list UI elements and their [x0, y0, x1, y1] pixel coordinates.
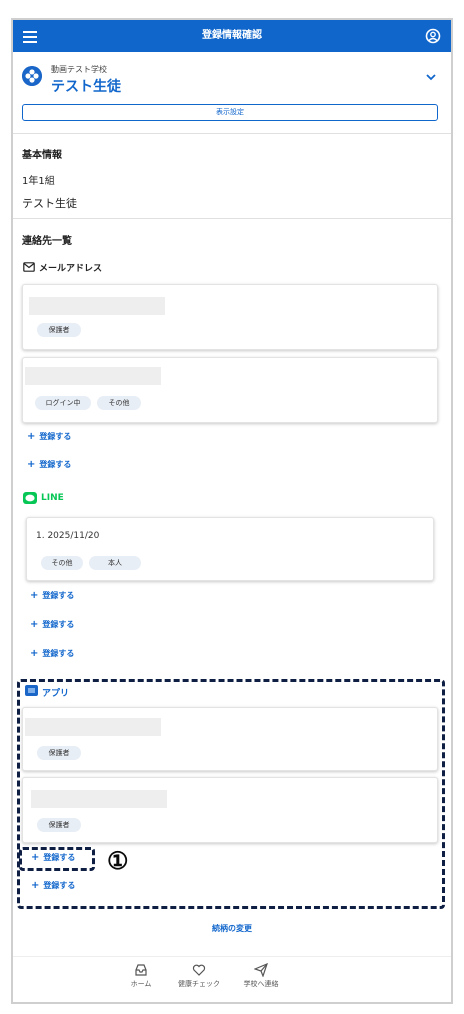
student-full-name: テスト生徒 [22, 197, 77, 210]
app-bar: 登録情報確認 [13, 20, 451, 52]
tag-chip: 本人 [89, 556, 141, 570]
email-heading: メールアドレス [39, 264, 103, 274]
nav-health-label: 健康チェック [178, 980, 220, 988]
add-line-link[interactable]: + 登録する [30, 619, 74, 630]
nav-health[interactable]: 健康チェック [167, 963, 231, 989]
add-line-link[interactable]: + 登録する [30, 590, 74, 601]
divider [13, 133, 451, 134]
add-line-link[interactable]: + 登録する [30, 648, 74, 659]
account-icon[interactable] [425, 28, 441, 44]
masked-email [29, 297, 165, 315]
heart-icon [192, 964, 206, 976]
tag-chip: ログイン中 [35, 396, 91, 410]
school-name: 動画テスト学校 [51, 65, 107, 74]
student-name: テスト生徒 [51, 79, 121, 95]
basic-info-heading: 基本情報 [22, 150, 62, 161]
inbox-icon [135, 964, 147, 976]
mail-icon [23, 262, 35, 272]
nav-contact-label: 学校へ連絡 [243, 980, 279, 988]
line-card[interactable]: 1. 2025/11/20 その他 本人 [26, 517, 434, 581]
app-frame: 登録情報確認 動画テスト学校 テスト生徒 表示設定 基本情報 1年1組 テスト生… [11, 18, 453, 1004]
display-settings-button[interactable]: 表示設定 [22, 104, 438, 121]
line-icon [23, 492, 37, 504]
nav-contact[interactable]: 学校へ連絡 [231, 963, 291, 989]
annotation-box-add-link [19, 847, 95, 871]
tag-chip: 保護者 [37, 323, 81, 337]
add-email-link[interactable]: + 登録する [27, 459, 71, 470]
line-heading: LINE [41, 493, 64, 503]
nav-home-label: ホーム [130, 980, 152, 988]
annotation-marker: ① [107, 846, 129, 875]
masked-email [25, 367, 161, 385]
student-selector[interactable]: 動画テスト学校 テスト生徒 [13, 52, 451, 102]
email-card[interactable]: ログイン中 その他 [22, 357, 438, 423]
email-card[interactable]: 保護者 [22, 284, 438, 350]
contacts-heading: 連絡先一覧 [22, 236, 72, 247]
tag-chip: その他 [41, 556, 83, 570]
divider [13, 218, 451, 219]
class-name: 1年1組 [22, 176, 55, 187]
relationship-change-link[interactable]: 続柄の変更 [13, 923, 451, 934]
line-card-title: 1. 2025/11/20 [36, 531, 100, 541]
add-email-link[interactable]: + 登録する [27, 431, 71, 442]
chevron-down-icon[interactable] [425, 72, 437, 82]
bottom-nav: ホーム 健康チェック 学校へ連絡 [13, 956, 451, 1002]
nav-home[interactable]: ホーム [121, 963, 161, 989]
tag-chip: その他 [97, 396, 141, 410]
school-logo-icon [22, 66, 42, 86]
send-icon [254, 963, 268, 977]
page-title: 登録情報確認 [202, 30, 262, 41]
annotation-box-app-section [17, 679, 445, 909]
